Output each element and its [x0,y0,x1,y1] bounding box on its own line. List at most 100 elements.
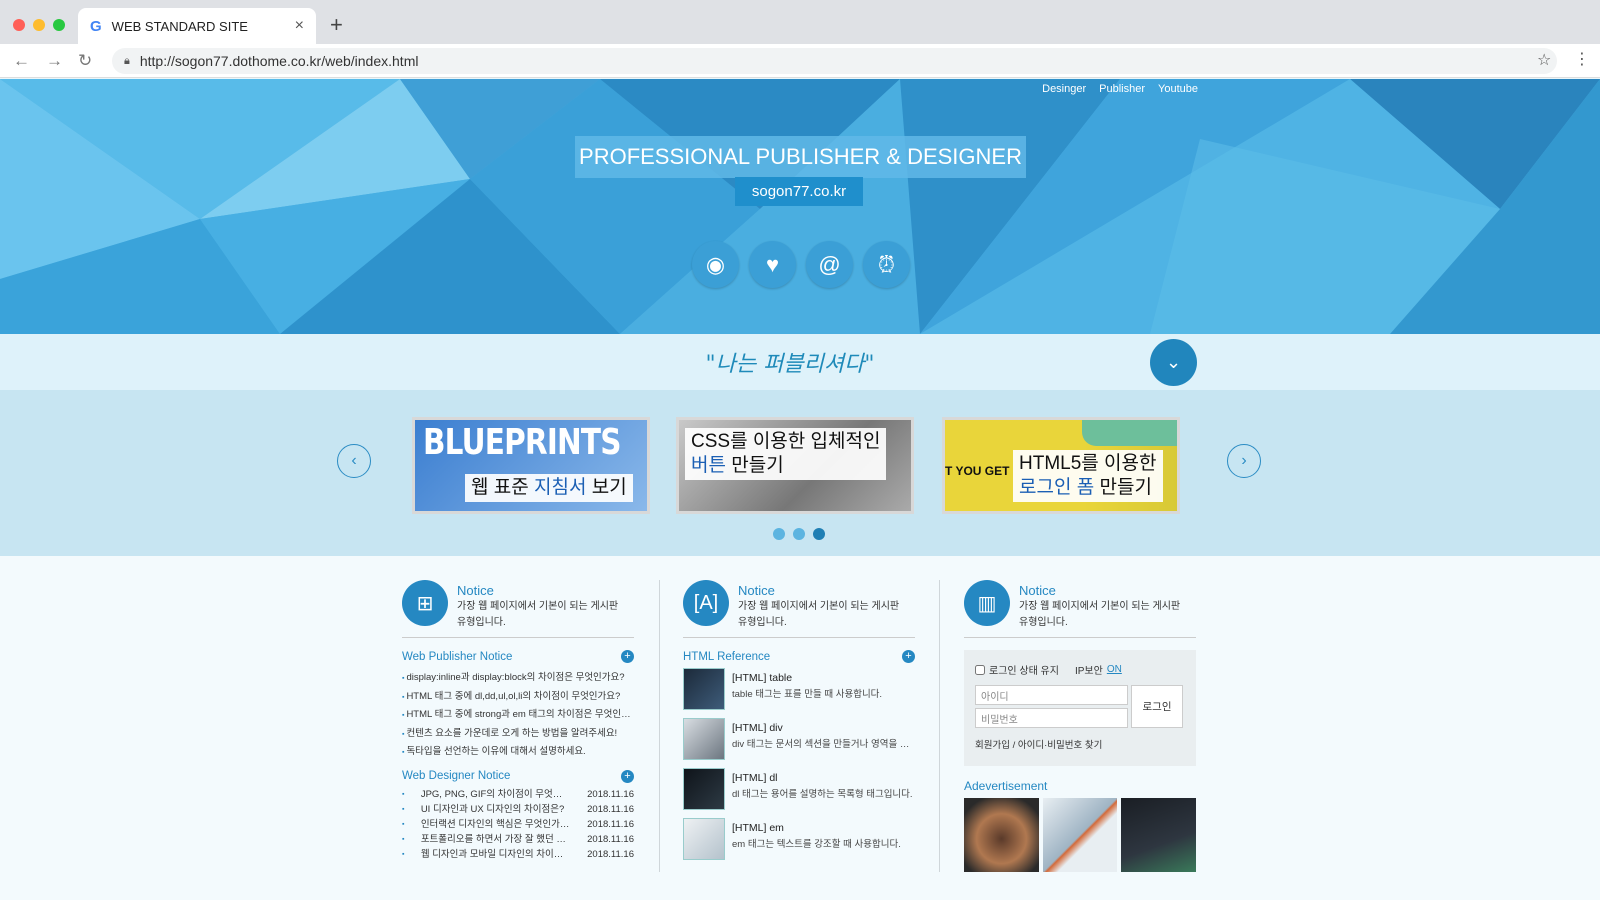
caption-highlight: 지침서 [534,477,587,498]
reference-item[interactable]: [HTML] em em 태그는 텍스트를 강조할 때 사용합니다. [683,818,915,861]
chevron-left-icon: ‹ [351,452,357,469]
publisher-notice-list: display:inline과 display:block의 차이점은 무엇인가… [402,669,634,762]
plus-icon[interactable]: + [621,769,634,783]
list-item[interactable]: display:inline과 display:block의 차이점은 무엇인가… [402,669,634,688]
alarm-clock-icon[interactable]: ⏰︎ [863,241,910,288]
writing-thumbnail [683,818,725,860]
ip-security-label: IP보안 [1074,666,1103,677]
ad-image-2[interactable] [1042,798,1118,872]
browser-menu-icon[interactable]: ⋮ [1574,49,1590,69]
scroll-down-button[interactable]: ⌄ [1150,339,1197,386]
notice-title[interactable]: Notice [1019,583,1180,598]
password-input[interactable]: 비밀번호 [975,708,1128,728]
nav-publisher[interactable]: Publisher [1099,83,1145,95]
list-item[interactable]: HTML 태그 중에 strong과 em 태그의 차이점은 무엇인가요? [402,706,634,725]
keep-login-checkbox[interactable] [975,664,985,675]
section-title[interactable]: HTML Reference [683,651,770,663]
bookmark-star-icon[interactable]: ☆ [1537,50,1551,70]
item-date: 2018.11.16 [587,833,634,845]
item-title: JPG, PNG, GIF의 차이점이 무엇인가요? [420,788,571,800]
notice-header: ▥ Notice 가장 웹 페이지에서 기본이 되는 게시판 유형입니다. [964,566,1196,638]
slide-caption: 웹 표준 지침서 보기 [465,474,633,502]
slide-html5-login[interactable]: T YOU GET HTML5를 이용한 로그인 폼 만들기 [942,417,1180,514]
text-frame-icon: [A] [683,580,729,626]
slider-dot-3[interactable] [813,528,825,540]
slide-blueprints[interactable]: BLUEPRINTS 웹 표준 지침서 보기 [412,417,650,514]
section-header: HTML Reference + [683,650,915,663]
login-box: 로그인 상태 유지 IP보안 ON 아이디 비밀번호 로그인 회원가입 / 아이… [964,650,1196,766]
add-box-icon: ⊞ [402,580,448,626]
item-date: 2018.11.16 [587,788,634,800]
chevron-right-icon: › [1241,452,1247,469]
maximize-window-button[interactable] [53,19,65,31]
ad-images [964,798,1197,872]
plus-icon[interactable]: + [902,650,915,663]
ad-title: Adevertisement [964,779,1048,793]
hero-headline: PROFESSIONAL PUBLISHER & DESIGNER [575,136,1026,178]
plus-icon[interactable]: + [621,650,634,663]
list-item[interactable]: 웹 디자인과 모바일 디자인의 차이점은? 2018.11.16 [402,847,634,862]
at-icon[interactable]: @ [806,241,853,288]
tablet-thumbnail [683,718,725,760]
slide-css-button[interactable]: CSS를 이용한 입체적인 버튼 만들기 [676,417,914,514]
lock-icon: 🔒︎ [124,54,130,67]
section-title[interactable]: Web Designer Notice [402,770,510,782]
hero-icon-row: ◉ ♥ @ ⏰︎ [692,241,910,288]
signup-find-link[interactable]: 회원가입 / 아이디·비밀번호 찾기 [975,737,1185,751]
hero-banner [0,79,1600,334]
browser-tab[interactable]: G WEB STANDARD SITE × [78,8,316,44]
heart-icon[interactable]: ♥ [749,241,796,288]
hero-polygon-background [0,79,1600,334]
slider-dot-2[interactable] [793,528,805,540]
address-bar[interactable]: 🔒︎ http://sogon77.dothome.co.kr/web/inde… [112,48,1557,74]
bar-chart-icon: ▥ [964,580,1010,626]
list-item[interactable]: 컨텐츠 요소를 가운데로 오게 하는 방법을 알려주세요! [402,725,634,744]
slider-prev-button[interactable]: ‹ [337,444,371,478]
keep-login-label: 로그인 상태 유지 [989,666,1059,677]
list-item[interactable]: 포트폴리오를 하면서 가장 잘 했던 점은? 2018.11.16 [402,832,634,847]
nav-youtube[interactable]: Youtube [1158,83,1198,95]
ad-image-3[interactable] [1121,798,1197,872]
record-icon[interactable]: ◉ [692,241,739,288]
slider-next-button[interactable]: › [1227,444,1261,478]
list-item[interactable]: 독타입을 선언하는 이유에 대해서 설명하세요. [402,743,634,762]
caption-text: HTML5를 이용한 [1019,453,1157,474]
nav-designer[interactable]: Desinger [1042,83,1086,95]
close-window-button[interactable] [13,19,25,31]
reload-icon[interactable]: ↻ [78,51,92,71]
column-divider [939,580,940,872]
id-input[interactable]: 아이디 [975,685,1128,705]
reference-item[interactable]: [HTML] div div 태그는 문서의 섹션을 만들거나 영역을 나눌 때 … [683,718,915,761]
item-date: 2018.11.16 [587,818,634,830]
slide-tag-text: T YOU GET [945,464,1010,478]
close-tab-icon[interactable]: × [295,17,304,35]
top-navigation: Desinger Publisher Youtube [1042,83,1198,95]
reference-title: [HTML] div [732,722,783,734]
minimize-window-button[interactable] [33,19,45,31]
caption-highlight: 로그인 폼 [1019,476,1095,498]
caption-text-end: 만들기 [1094,476,1152,498]
login-button[interactable]: 로그인 [1131,685,1183,728]
ad-image-1[interactable] [964,798,1039,872]
reference-item[interactable]: [HTML] table table 태그는 표를 만들 때 사용합니다. [683,668,915,711]
ip-security-toggle[interactable]: ON [1107,664,1122,675]
section-title[interactable]: Web Publisher Notice [402,651,512,663]
forward-arrow-icon[interactable]: → [46,51,63,71]
notice-desc: 가장 웹 페이지에서 기본이 되는 게시판 [457,601,619,612]
list-item[interactable]: JPG, PNG, GIF의 차이점이 무엇인가요? 2018.11.16 [402,787,634,802]
reference-item[interactable]: [HTML] dl dl 태그는 용어를 설명하는 목록형 태그입니다. [683,768,915,811]
notice-title[interactable]: Notice [738,583,899,598]
slide-decoration [1082,420,1177,446]
list-item[interactable]: HTML 태그 중에 dl,dd,ul,ol,li의 차이점이 무엇인가요? [402,688,634,707]
back-arrow-icon[interactable]: ← [13,51,30,71]
notice-title[interactable]: Notice [457,583,618,598]
new-tab-button[interactable]: + [330,12,343,38]
url-text: http://sogon77.dothome.co.kr/web/index.h… [139,53,419,69]
google-favicon-icon: G [90,17,102,35]
list-item[interactable]: 인터랙션 디자인의 핵심은 무엇인가요? 2018.11.16 [402,817,634,832]
slider-dot-1[interactable] [773,528,785,540]
notice-desc-2: 유형입니다. [457,617,506,628]
reference-title: [HTML] dl [732,772,778,784]
list-item[interactable]: UI 디자인과 UX 디자인의 차이점은? 2018.11.16 [402,802,634,817]
quote-bar: "나는 퍼블리셔다" [0,334,1600,390]
